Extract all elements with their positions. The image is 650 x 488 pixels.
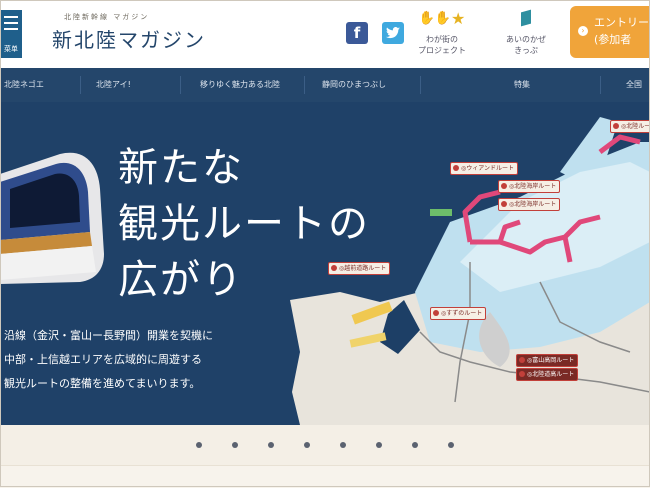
site-header: 菜单 北陸新幹線 マガジン 新北陸マガジン f ✋✋ ★ わが街の プロジェクト … <box>0 0 650 68</box>
site-logo[interactable]: 北陸新幹線 マガジン 新北陸マガジン <box>52 12 206 53</box>
hero-description: 沿線（金沢・富山ー長野間）開業を契機に 中部・上信越エリアを広域的に周遊する 観… <box>4 324 213 396</box>
slider-dot[interactable] <box>376 442 382 448</box>
description-line: 沿線（金沢・富山ー長野間）開業を契機に <box>4 329 213 342</box>
logo-title: 新北陸マガジン <box>52 28 206 52</box>
nav-item-eye[interactable]: 北陸アイ! <box>96 68 131 102</box>
headline-line-3: 広がり <box>118 257 244 303</box>
nav-divider <box>600 76 601 94</box>
twitter-icon[interactable] <box>382 22 404 44</box>
route-tag[interactable]: ◎富山高岡ルート <box>516 354 579 367</box>
nav-divider <box>180 76 181 94</box>
slider-pagination <box>0 425 650 465</box>
menu-icon <box>4 16 18 30</box>
project-link-label: わが街の プロジェクト <box>418 35 466 55</box>
global-nav: 北陸ネゴエ 北陸アイ! 移りゆく魅力ある北陸 静岡のひまつぶし 特集 全国 <box>0 68 650 102</box>
logo-subtitle: 北陸新幹線 マガジン <box>64 13 150 21</box>
nav-item-negoe[interactable]: 北陸ネゴエ <box>4 68 44 102</box>
star-icon: ★ <box>451 8 466 28</box>
nav-divider <box>80 76 81 94</box>
slider-dot[interactable] <box>196 442 202 448</box>
content-area-top <box>0 465 650 488</box>
ticket-link[interactable]: あいのかぜ きっぷ <box>496 8 556 56</box>
route-tag[interactable]: ◎ウィアンドルート <box>450 162 518 175</box>
description-line: 観光ルートの整備を進めてまいります。 <box>4 377 201 390</box>
headline-line-2: 観光ルートの <box>118 201 370 247</box>
menu-label: 菜单 <box>4 45 18 53</box>
nav-divider <box>420 76 421 94</box>
entry-label-2: (参加者 <box>594 33 632 46</box>
route-tag[interactable]: ◎北陸ルート <box>610 120 650 133</box>
menu-button[interactable]: 菜单 <box>0 10 22 58</box>
route-tag[interactable]: ◎すずのルート <box>430 307 487 320</box>
ticket-link-label: あいのかぜ きっぷ <box>506 35 546 55</box>
slider-dot[interactable] <box>448 442 454 448</box>
hands-icon: ✋✋ <box>418 10 452 26</box>
train-image <box>0 152 104 284</box>
arrow-right-icon: › <box>578 26 588 36</box>
nav-item-feature[interactable]: 特集 <box>514 68 530 102</box>
project-link[interactable]: ✋✋ ★ わが街の プロジェクト <box>412 8 472 56</box>
slider-dot[interactable] <box>232 442 238 448</box>
nav-divider <box>304 76 305 94</box>
route-tag[interactable]: ◎北陸海岸ルート <box>498 198 561 211</box>
route-tag[interactable]: ◎北陸道高ルート <box>516 368 579 381</box>
nav-item-shizuoka[interactable]: 静岡のひまつぶし <box>322 68 386 102</box>
route-tag[interactable]: ◎北陸海岸ルート <box>498 180 561 193</box>
slider-dot[interactable] <box>412 442 418 448</box>
nav-item-national[interactable]: 全国 <box>626 68 642 102</box>
slider-dot[interactable] <box>268 442 274 448</box>
description-line: 中部・上信越エリアを広域的に周遊する <box>4 353 202 366</box>
slider-dot[interactable] <box>304 442 310 448</box>
nav-item-charm[interactable]: 移りゆく魅力ある北陸 <box>200 68 280 102</box>
slider-dot[interactable] <box>340 442 346 448</box>
entry-label-1: エントリー <box>594 16 649 29</box>
headline-line-1: 新たな <box>118 145 244 191</box>
hero-headline: 新たな 観光ルートの 広がり <box>118 140 370 308</box>
route-tag[interactable]: ◎越前道路ルート <box>328 262 391 275</box>
entry-button[interactable]: › エントリー (参加者 <box>570 6 650 58</box>
hero-banner[interactable]: 新たな 観光ルートの 広がり 沿線（金沢・富山ー長野間）開業を契機に 中部・上信… <box>0 102 650 425</box>
facebook-icon[interactable]: f <box>346 22 368 44</box>
book-icon <box>521 9 531 27</box>
